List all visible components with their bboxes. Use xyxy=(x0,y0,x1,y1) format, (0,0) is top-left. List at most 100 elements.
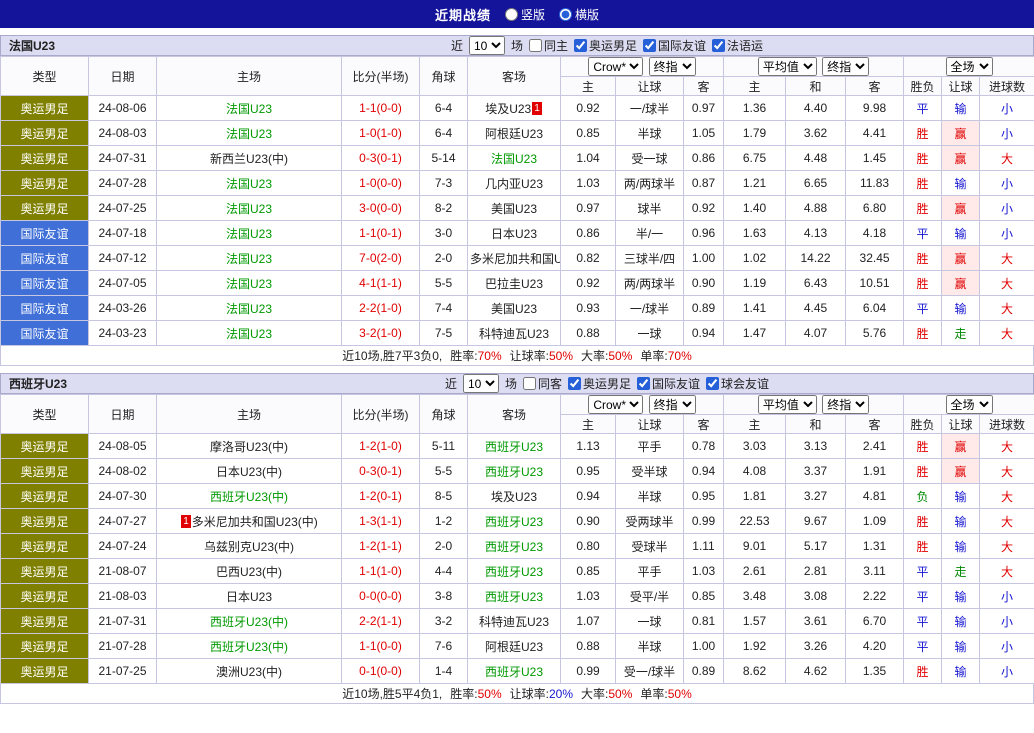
home-team-link[interactable]: 西班牙U23(中) xyxy=(210,615,288,629)
odds-source-select[interactable]: Crow* xyxy=(588,57,644,76)
away-team-cell: 西班牙U23 xyxy=(467,458,561,484)
home-team-link[interactable]: 新西兰U23(中) xyxy=(210,152,288,166)
score-cell: 2-2(1-0) xyxy=(341,295,420,321)
league-label: 球会友谊 xyxy=(721,377,770,391)
home-team-link[interactable]: 法国U23 xyxy=(226,202,272,216)
league-checkbox[interactable] xyxy=(637,377,651,390)
scope-select[interactable]: 全场 xyxy=(945,395,993,414)
handicap-result-cell: 输 xyxy=(941,633,981,659)
layout-horizontal-option[interactable]: 横版 xyxy=(559,6,599,23)
away-team-link[interactable]: 西班牙U23 xyxy=(485,590,543,604)
handicap-line: 受一/球半 xyxy=(615,658,684,684)
league-checkbox[interactable] xyxy=(706,377,720,390)
handicap-result-cell: 输 xyxy=(941,95,981,121)
avg-away-odds: 6.70 xyxy=(845,608,905,634)
home-team-link[interactable]: 法国U23 xyxy=(226,277,272,291)
away-team-link[interactable]: 阿根廷U23 xyxy=(485,640,543,654)
layout-vertical-option[interactable]: 竖版 xyxy=(504,6,545,23)
league-filter-option[interactable]: 奥运男足 xyxy=(574,37,637,54)
avg-home-odds: 1.57 xyxy=(723,608,787,634)
horizontal-radio[interactable] xyxy=(559,7,572,21)
league-checkbox[interactable] xyxy=(643,39,657,52)
away-team-link[interactable]: 西班牙U23 xyxy=(485,665,543,679)
league-checkbox[interactable] xyxy=(568,377,581,390)
home-team-cell: 法国U23 xyxy=(156,270,342,296)
home-team-link[interactable]: 法国U23 xyxy=(226,252,272,266)
handicap-result-cell: 走 xyxy=(941,558,981,584)
handicap-home-odds: 0.92 xyxy=(560,95,616,121)
away-team-link[interactable]: 西班牙U23 xyxy=(485,540,543,554)
scope-select[interactable]: 全场 xyxy=(945,57,993,76)
away-team-link[interactable]: 阿根廷U23 xyxy=(485,127,543,141)
avg-away-odds: 11.83 xyxy=(845,170,905,196)
vertical-radio[interactable] xyxy=(504,7,518,21)
away-team-link[interactable]: 美国U23 xyxy=(491,302,537,316)
away-team-link[interactable]: 几内亚U23 xyxy=(485,177,543,191)
away-team-link[interactable]: 科特迪瓦U23 xyxy=(479,327,549,341)
corner-cell: 7-6 xyxy=(419,633,468,659)
home-team-link[interactable]: 多米尼加共和国U23(中) xyxy=(192,515,318,529)
home-team-link[interactable]: 法国U23 xyxy=(226,227,272,241)
league-checkbox[interactable] xyxy=(712,39,726,52)
away-team-link[interactable]: 巴拉圭U23 xyxy=(485,277,543,291)
home-team-link[interactable]: 日本U23 xyxy=(226,590,272,604)
home-team-link[interactable]: 法国U23 xyxy=(226,102,272,116)
away-team-link[interactable]: 埃及U23 xyxy=(485,102,531,116)
home-team-link[interactable]: 澳洲U23(中) xyxy=(216,665,282,679)
away-team-link[interactable]: 西班牙U23 xyxy=(485,565,543,579)
league-filter-option[interactable]: 法语运 xyxy=(712,37,763,54)
avg-source-select[interactable]: 平均值 xyxy=(757,57,817,76)
away-team-link[interactable]: 美国U23 xyxy=(491,202,537,216)
avg-stage-select[interactable]: 终指 xyxy=(822,57,870,76)
odds-stage-select[interactable]: 终指 xyxy=(648,395,696,414)
home-team-link[interactable]: 法国U23 xyxy=(226,302,272,316)
handicap-home-odds: 1.13 xyxy=(560,433,616,459)
col-header-date: 日期 xyxy=(88,394,157,434)
league-checkbox[interactable] xyxy=(574,39,587,52)
home-team-link[interactable]: 西班牙U23(中) xyxy=(210,640,288,654)
league-label: 法语运 xyxy=(727,39,764,53)
avg-stage-select[interactable]: 终指 xyxy=(822,395,870,414)
home-team-link[interactable]: 乌兹别克U23(中) xyxy=(204,540,294,554)
away-team-link[interactable]: 科特迪瓦U23 xyxy=(479,615,549,629)
away-team-link[interactable]: 法国U23 xyxy=(491,152,537,166)
same-venue-checkbox[interactable] xyxy=(522,377,536,390)
away-team-link[interactable]: 西班牙U23 xyxy=(485,465,543,479)
away-team-link[interactable]: 日本U23 xyxy=(491,227,537,241)
away-team-link[interactable]: 西班牙U23 xyxy=(485,515,543,529)
home-team-link[interactable]: 法国U23 xyxy=(226,127,272,141)
home-team-link[interactable]: 摩洛哥U23(中) xyxy=(210,440,288,454)
league-filter-option[interactable]: 球会友谊 xyxy=(706,375,769,392)
home-team-cell: 日本U23(中) xyxy=(156,458,342,484)
subcol-handicap-result: 让球 xyxy=(941,76,981,96)
away-team-link[interactable]: 埃及U23 xyxy=(491,490,537,504)
summary-stat: 单率:50% xyxy=(640,687,692,701)
odds-stage-select[interactable]: 终指 xyxy=(648,57,696,76)
home-team-link[interactable]: 西班牙U23(中) xyxy=(210,490,288,504)
home-team-link[interactable]: 法国U23 xyxy=(226,327,272,341)
avg-source-select[interactable]: 平均值 xyxy=(757,395,817,414)
odds-source-select[interactable]: Crow* xyxy=(588,395,644,414)
avg-away-odds: 5.76 xyxy=(845,320,905,346)
league-filter-option[interactable]: 国际友谊 xyxy=(637,375,700,392)
away-team-link[interactable]: 多米尼加共和国U23 xyxy=(470,252,560,266)
match-count-select[interactable]: 10 xyxy=(462,374,499,393)
corner-cell: 5-5 xyxy=(419,270,468,296)
date-cell: 24-08-05 xyxy=(88,433,157,459)
same-venue-option[interactable]: 同客 xyxy=(522,375,562,392)
home-team-link[interactable]: 日本U23(中) xyxy=(216,465,282,479)
handicap-home-odds: 1.04 xyxy=(560,145,616,171)
league-filter-option[interactable]: 国际友谊 xyxy=(643,37,706,54)
home-team-link[interactable]: 巴西U23(中) xyxy=(216,565,282,579)
home-team-link[interactable]: 法国U23 xyxy=(226,177,272,191)
avg-away-odds: 4.81 xyxy=(845,483,905,509)
same-venue-checkbox[interactable] xyxy=(528,39,542,52)
match-count-select[interactable]: 10 xyxy=(468,36,505,55)
result-cell: 胜 xyxy=(903,433,943,459)
away-team-link[interactable]: 西班牙U23 xyxy=(485,440,543,454)
date-cell: 21-07-31 xyxy=(88,608,157,634)
same-venue-option[interactable]: 同主 xyxy=(528,37,568,54)
score-cell: 1-2(0-1) xyxy=(341,483,420,509)
league-filter-option[interactable]: 奥运男足 xyxy=(568,375,631,392)
away-team-cell: 西班牙U23 xyxy=(467,508,561,534)
